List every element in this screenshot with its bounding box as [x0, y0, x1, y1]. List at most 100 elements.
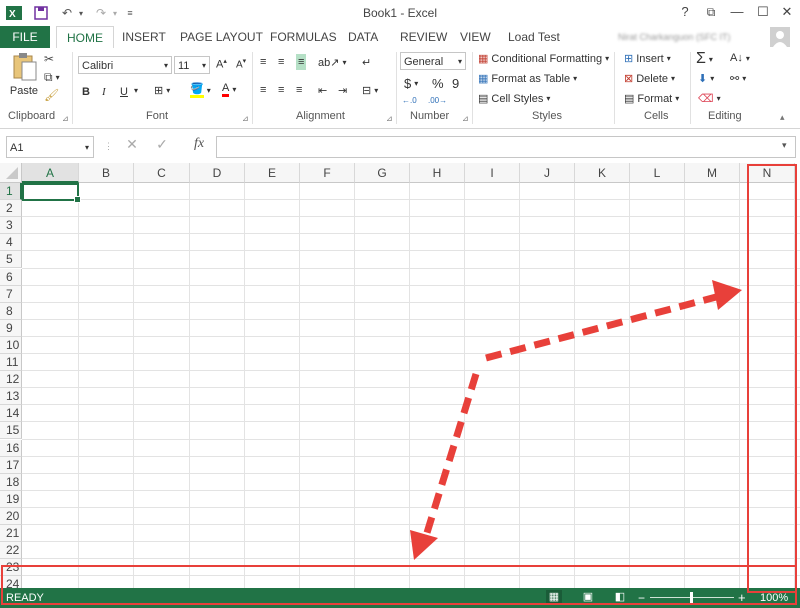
row-header-21[interactable]: 21 — [0, 525, 22, 543]
ribbon-display-options-button[interactable]: ⧉ — [700, 3, 722, 21]
italic-button[interactable]: I — [102, 86, 106, 98]
zoom-slider-thumb[interactable] — [690, 592, 693, 603]
tab-review[interactable]: REVIEW — [400, 26, 447, 48]
font-color-button[interactable]: A ▾ — [222, 82, 236, 97]
cancel-icon[interactable]: ✕ — [124, 136, 140, 153]
select-all-button[interactable] — [0, 163, 22, 183]
insert-function-button[interactable]: fx — [188, 136, 210, 152]
fill-handle[interactable] — [74, 196, 81, 203]
tab-home[interactable]: HOME — [56, 26, 114, 49]
row-header-6[interactable]: 6 — [0, 268, 22, 286]
column-header-f[interactable]: F — [300, 163, 355, 183]
shrink-font-button[interactable]: A▾ — [236, 57, 246, 70]
align-left-button[interactable]: ≡ — [260, 84, 266, 96]
column-header-j[interactable]: J — [520, 163, 575, 183]
avatar[interactable] — [770, 27, 790, 47]
column-header-e[interactable]: E — [245, 163, 300, 183]
row-header-8[interactable]: 8 — [0, 302, 22, 320]
row-header-5[interactable]: 5 — [0, 251, 22, 269]
conditional-formatting-button[interactable]: ▦ Conditional Formatting ▾ — [478, 52, 609, 66]
dialog-launcher-icon[interactable]: ⊿ — [62, 114, 69, 123]
row-header-24[interactable]: 24 — [0, 576, 22, 588]
column-header-c[interactable]: C — [134, 163, 190, 183]
selected-cell[interactable] — [22, 183, 81, 203]
zoom-level[interactable]: 100% — [760, 592, 788, 604]
column-header-a[interactable]: A — [22, 163, 79, 183]
collapse-ribbon-icon[interactable]: ▴ — [780, 112, 785, 123]
row-header-3[interactable]: 3 — [0, 217, 22, 235]
comma-button[interactable]: 9 — [452, 76, 459, 91]
sort-filter-button[interactable]: A↓ ▾ — [730, 52, 750, 64]
enter-icon[interactable]: ✓ — [154, 136, 170, 153]
row-header-4[interactable]: 4 — [0, 234, 22, 252]
row-header-9[interactable]: 9 — [0, 319, 22, 337]
column-header-h[interactable]: H — [410, 163, 465, 183]
bottom-align-button[interactable]: ≡ — [296, 54, 307, 70]
row-header-2[interactable]: 2 — [0, 200, 22, 218]
format-as-table-button[interactable]: ▦ Format as Table ▾ — [478, 72, 577, 86]
wrap-text-button[interactable]: ↵ — [362, 56, 371, 69]
column-header-m[interactable]: M — [685, 163, 740, 183]
worksheet-grid[interactable]: ABCDEFGHIJKLMN 1 2 3 4 5 6 7 8 9 10 11 12 13 14 15 16 17… — [0, 163, 800, 588]
align-center-button[interactable]: ≡ — [278, 84, 284, 96]
bold-button[interactable]: B — [82, 86, 90, 98]
grow-font-button[interactable]: A▴ — [216, 57, 227, 71]
merge-center-button[interactable]: ⊟ ▾ — [362, 84, 378, 97]
autosum-button[interactable]: Σ ▾ — [696, 50, 713, 68]
orientation-button[interactable]: ab↗ ▾ — [318, 56, 346, 69]
page-break-view-button[interactable]: ◧ — [612, 590, 628, 603]
underline-button[interactable]: U — [120, 86, 128, 98]
number-format-select[interactable]: General ▾ — [400, 52, 466, 70]
help-button[interactable]: ? — [674, 3, 696, 21]
tab-data[interactable]: DATA — [348, 26, 378, 48]
row-header-16[interactable]: 16 — [0, 439, 22, 457]
column-header-k[interactable]: K — [575, 163, 630, 183]
resize-handle-icon[interactable]: ⋮ — [104, 141, 113, 152]
format-cells-button[interactable]: ▤ Format ▾ — [624, 92, 679, 106]
delete-cells-button[interactable]: ⊠ Delete ▾ — [624, 72, 675, 86]
format-painter-button[interactable]: 🖌 — [44, 88, 59, 102]
tab-insert[interactable]: INSERT — [122, 26, 166, 48]
column-header-d[interactable]: D — [190, 163, 245, 183]
underline-dropdown-icon[interactable]: ▾ — [134, 86, 138, 95]
row-header-13[interactable]: 13 — [0, 388, 22, 406]
currency-button[interactable]: $ ▾ — [404, 76, 418, 91]
row-header-14[interactable]: 14 — [0, 405, 22, 423]
tab-view[interactable]: VIEW — [460, 26, 491, 48]
row-header-22[interactable]: 22 — [0, 542, 22, 560]
middle-align-button[interactable]: ≡ — [278, 56, 284, 68]
dialog-launcher-icon[interactable]: ⊿ — [386, 114, 393, 123]
row-header-11[interactable]: 11 — [0, 354, 22, 372]
column-header-b[interactable]: B — [79, 163, 134, 183]
row-header-20[interactable]: 20 — [0, 507, 22, 525]
insert-cells-button[interactable]: ⊞ Insert ▾ — [624, 52, 671, 66]
row-header-18[interactable]: 18 — [0, 473, 22, 491]
percent-button[interactable]: % — [432, 76, 444, 91]
zoom-in-button[interactable]: + — [738, 590, 746, 605]
fill-color-button[interactable]: 🪣 ▾ — [190, 82, 211, 98]
row-header-10[interactable]: 10 — [0, 336, 22, 354]
increase-indent-button[interactable]: ⇥ — [338, 84, 347, 97]
tab-page-layout[interactable]: PAGE LAYOUT — [180, 26, 263, 48]
align-right-button[interactable]: ≡ — [296, 84, 302, 96]
normal-view-button[interactable]: ▦ — [546, 590, 562, 605]
page-layout-view-button[interactable]: ▣ — [580, 590, 596, 603]
row-header-17[interactable]: 17 — [0, 456, 22, 474]
font-size-select[interactable]: 11 ▾ — [174, 56, 210, 74]
minimize-button[interactable]: — — [726, 3, 748, 21]
borders-button[interactable]: ⊞ ▾ — [154, 84, 170, 97]
tab-formulas[interactable]: FORMULAS — [270, 26, 337, 48]
cell-styles-button[interactable]: ▤ Cell Styles ▾ — [478, 92, 550, 106]
row-header-1[interactable]: 1 — [0, 183, 22, 201]
tab-load-test[interactable]: Load Test — [508, 26, 560, 48]
dialog-launcher-icon[interactable]: ⊿ — [462, 114, 469, 123]
cut-button[interactable]: ✂ — [44, 52, 54, 66]
row-header-7[interactable]: 7 — [0, 285, 22, 303]
row-header-15[interactable]: 15 — [0, 422, 22, 440]
decrease-decimal-button[interactable]: .00→ — [428, 96, 447, 105]
tab-file[interactable]: FILE — [0, 26, 50, 48]
increase-decimal-button[interactable]: ←.0 — [402, 96, 417, 105]
column-header-l[interactable]: L — [630, 163, 685, 183]
copy-button[interactable]: ⧉ ▾ — [44, 70, 60, 85]
formula-input[interactable] — [216, 136, 796, 158]
